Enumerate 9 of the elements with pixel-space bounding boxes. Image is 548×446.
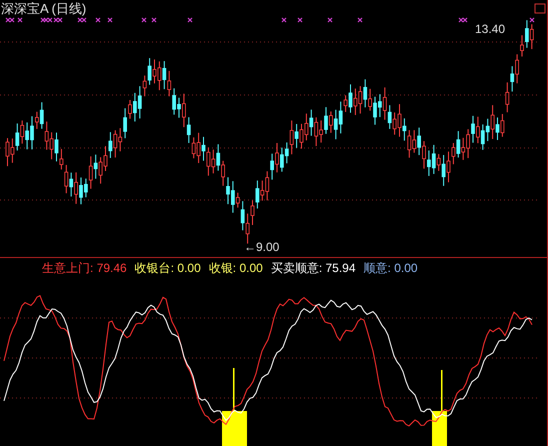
legend-item: 生意上门: 79.46 (42, 260, 127, 277)
legend-item: 收银: 0.00 (208, 260, 263, 277)
window-toggle-icon[interactable] (534, 4, 546, 14)
chart-title: 深深宝A (日线) (1, 1, 86, 17)
legend-item: 买卖顺意: 75.94 (270, 260, 356, 277)
high-price-label: 13.40 (475, 21, 506, 38)
legend-item: 收银台: 0.00 (134, 260, 201, 277)
legend-item: 顺意: 0.00 (364, 260, 418, 277)
low-price-label: ←9.00 (244, 239, 280, 256)
